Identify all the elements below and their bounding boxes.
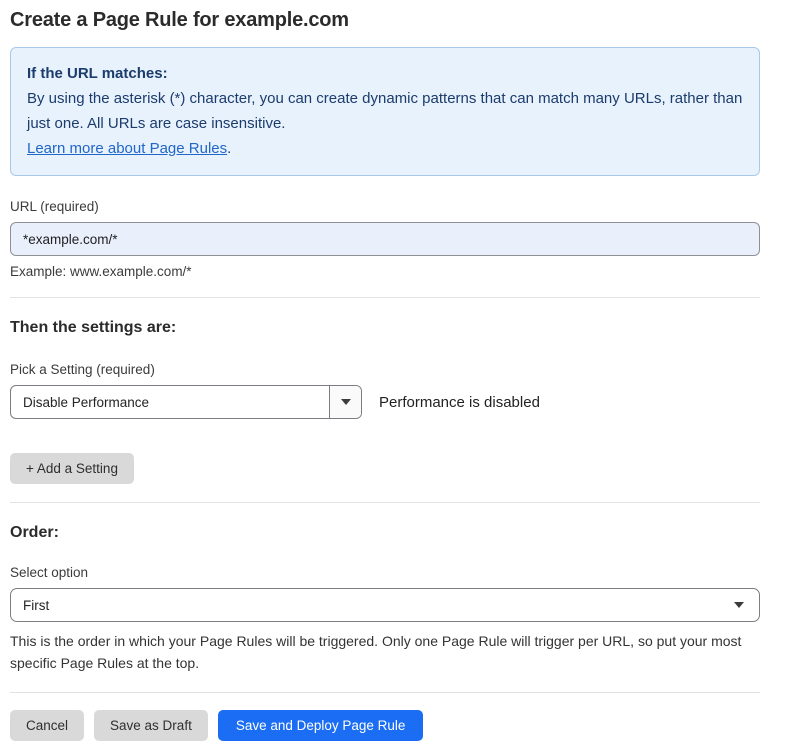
order-select-value: First	[11, 589, 734, 621]
info-box-body: By using the asterisk (*) character, you…	[27, 86, 743, 136]
order-select-label: Select option	[10, 565, 760, 580]
setting-select-value: Disable Performance	[11, 386, 329, 418]
info-box-link-line: Learn more about Page Rules.	[27, 136, 743, 161]
save-as-draft-button[interactable]: Save as Draft	[94, 710, 208, 741]
order-select-caret	[734, 589, 759, 621]
setting-select-caret-button[interactable]	[329, 386, 361, 418]
url-input[interactable]	[10, 222, 760, 256]
link-period: .	[227, 140, 231, 157]
add-setting-button[interactable]: + Add a Setting	[10, 453, 134, 484]
learn-more-link[interactable]: Learn more about Page Rules	[27, 140, 227, 157]
url-field-label: URL (required)	[10, 199, 760, 214]
pick-setting-label: Pick a Setting (required)	[10, 362, 760, 377]
info-box-heading: If the URL matches:	[27, 61, 743, 86]
cancel-button[interactable]: Cancel	[10, 710, 84, 741]
order-help-text: This is the order in which your Page Rul…	[10, 630, 760, 674]
form-actions: Cancel Save as Draft Save and Deploy Pag…	[10, 710, 760, 741]
setting-row: Disable Performance Performance is disab…	[10, 385, 760, 419]
caret-down-icon	[341, 399, 351, 405]
setting-select[interactable]: Disable Performance	[10, 385, 362, 419]
save-and-deploy-button[interactable]: Save and Deploy Page Rule	[218, 710, 424, 741]
divider	[10, 297, 760, 298]
url-match-info-box: If the URL matches: By using the asteris…	[10, 47, 760, 176]
divider	[10, 502, 760, 503]
url-example-text: Example: www.example.com/*	[10, 264, 760, 279]
settings-section-heading: Then the settings are:	[10, 319, 760, 337]
caret-down-icon	[734, 602, 744, 608]
order-section-heading: Order:	[10, 524, 760, 542]
page-title: Create a Page Rule for example.com	[10, 9, 760, 32]
page-rule-form: Create a Page Rule for example.com If th…	[10, 0, 760, 741]
order-select[interactable]: First	[10, 588, 760, 622]
divider	[10, 692, 760, 693]
setting-status-text: Performance is disabled	[379, 394, 540, 411]
